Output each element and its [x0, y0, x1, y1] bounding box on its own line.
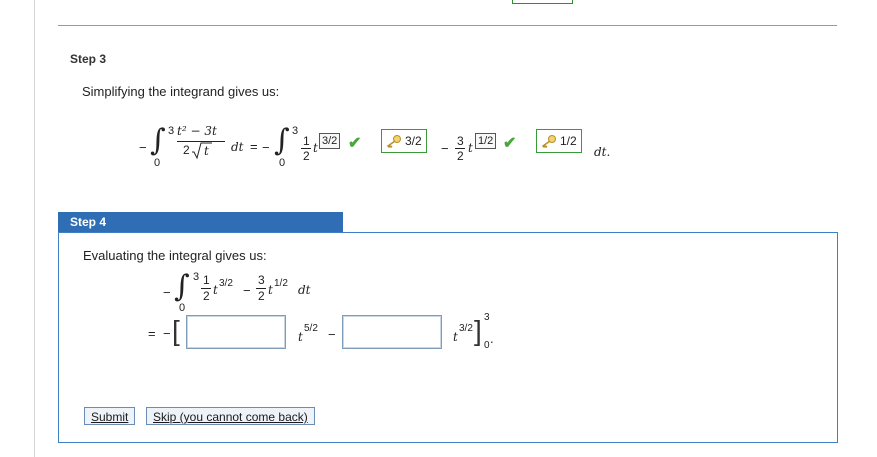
step4-term1-exponent: 3/2: [219, 278, 233, 289]
term2-exponent-answer: 1/2: [475, 133, 497, 149]
step4-term1-numerator: 1: [203, 273, 210, 287]
rhs-integral-sign: ∫: [274, 123, 290, 158]
step4-operator: −: [243, 283, 251, 298]
term1-key-answer-value: 3/2: [405, 134, 422, 148]
step4-term2-denominator: 2: [258, 289, 265, 303]
step4-term2-numerator: 3: [258, 273, 265, 287]
step4-lower-limit: 0: [179, 302, 186, 314]
result-upper-limit: 3: [484, 312, 490, 323]
coefficient-input-2[interactable]: [342, 315, 442, 349]
lhs-denominator-variable: t: [204, 144, 209, 158]
step4-minus: −: [163, 285, 171, 300]
skip-button[interactable]: Skip (you cannot come back): [146, 407, 315, 425]
result-operator: −: [328, 327, 336, 342]
lhs-differential: dt: [231, 140, 244, 154]
coefficient-input-1[interactable]: [186, 315, 286, 349]
step4-upper-limit: 3: [193, 271, 200, 283]
lhs-lower-limit: 0: [154, 157, 161, 169]
term2-variable: t: [468, 141, 473, 155]
term1-numerator: 1: [303, 134, 310, 148]
step4-title: Step 4: [70, 215, 107, 229]
result-equals: =: [148, 326, 156, 341]
lhs-minus: −: [139, 140, 147, 155]
result-power1-base: t: [298, 330, 303, 344]
result-power2-base: t: [453, 330, 458, 344]
term1-variable: t: [313, 141, 318, 155]
square-root-sign: [192, 142, 212, 160]
lhs-integral-sign: ∫: [150, 123, 166, 158]
result-power2-exponent: 3/2: [459, 323, 473, 334]
term2-denominator: 2: [457, 149, 464, 163]
lhs-upper-limit: 3: [168, 125, 175, 137]
check-icon: ✔: [503, 135, 517, 152]
step3-text: Simplifying the integrand gives us:: [82, 84, 280, 99]
result-bracket-open: [: [172, 315, 180, 346]
rhs-operator: −: [441, 141, 449, 156]
lhs-numerator: t² − 3t: [177, 124, 217, 138]
step4-term1-denominator: 2: [203, 289, 210, 303]
previous-answer-box: [512, 0, 573, 4]
result-bracket-close: ]: [474, 315, 482, 346]
left-divider: [34, 0, 35, 457]
term2-numerator: 3: [457, 134, 464, 148]
lhs-denominator-coefficient: 2: [183, 143, 190, 157]
rhs-minus: −: [262, 140, 270, 155]
term1-exponent-answer: 3/2: [319, 133, 341, 149]
check-icon: ✔: [348, 135, 362, 152]
step4-term2-base: t: [268, 283, 273, 297]
result-minus: −: [163, 326, 171, 341]
step4-text: Evaluating the integral gives us:: [83, 248, 267, 263]
step4-header: Step 4: [58, 212, 343, 232]
submit-button[interactable]: Submit: [84, 407, 136, 425]
rhs-differential: dt.: [594, 145, 611, 159]
step4-integral-sign: ∫: [174, 269, 190, 304]
result-power1-exponent: 5/2: [304, 323, 318, 334]
rhs-upper-limit: 3: [292, 125, 299, 137]
rhs-lower-limit: 0: [279, 157, 286, 169]
step4-differential: dt: [298, 283, 311, 297]
term1-denominator: 2: [303, 149, 310, 163]
step4-term1-base: t: [213, 283, 218, 297]
equals-sign: =: [250, 139, 258, 154]
step3-title: Step 3: [70, 52, 107, 66]
top-divider: [58, 25, 837, 26]
step4-term2-exponent: 1/2: [274, 278, 288, 289]
term2-key-answer: 1/2: [536, 129, 582, 153]
term1-key-answer: 3/2: [381, 129, 427, 153]
key-icon: [541, 135, 556, 148]
key-icon: [386, 135, 401, 148]
result-lower-limit: 0: [484, 340, 490, 351]
result-period: .: [490, 331, 494, 346]
term2-key-answer-value: 1/2: [560, 134, 577, 148]
